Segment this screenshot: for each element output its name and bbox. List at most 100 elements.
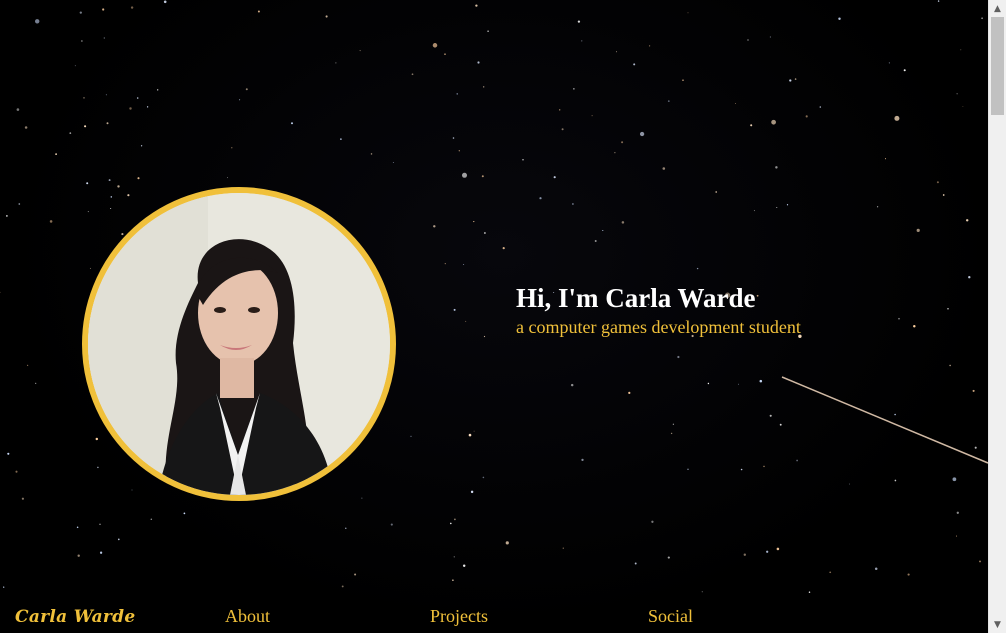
star xyxy=(628,391,631,395)
nav-link-about[interactable]: About xyxy=(225,606,270,627)
star xyxy=(69,132,72,134)
star xyxy=(110,208,112,209)
star xyxy=(505,541,509,545)
star xyxy=(183,512,186,515)
profile-photo-image xyxy=(88,193,390,495)
star xyxy=(79,11,82,14)
star xyxy=(95,437,99,441)
star xyxy=(136,97,139,99)
star xyxy=(838,17,841,20)
star xyxy=(894,413,896,416)
star xyxy=(775,166,778,169)
star xyxy=(562,547,564,549)
star xyxy=(3,586,5,588)
star xyxy=(453,556,455,558)
vertical-scrollbar[interactable]: ▲ ▼ xyxy=(988,0,1006,633)
star xyxy=(561,128,564,131)
star xyxy=(808,591,811,593)
star xyxy=(829,571,832,574)
scrollbar-thumb[interactable] xyxy=(991,17,1004,115)
star xyxy=(769,36,772,38)
star xyxy=(687,468,689,470)
star xyxy=(473,221,475,223)
star xyxy=(345,527,347,529)
star xyxy=(662,167,666,170)
star xyxy=(370,153,373,155)
star xyxy=(129,107,132,110)
nav-logo[interactable]: Carla Warde xyxy=(15,607,135,627)
star xyxy=(163,0,167,4)
profile-photo xyxy=(82,187,396,501)
star xyxy=(239,99,241,101)
star xyxy=(888,62,891,64)
star xyxy=(947,307,949,310)
hero-title: Hi, I'm Carla Warde xyxy=(516,283,756,313)
star xyxy=(779,423,782,426)
star xyxy=(682,79,684,82)
star xyxy=(573,88,575,90)
star xyxy=(105,94,107,96)
chevron-down-icon[interactable]: ▼ xyxy=(989,616,1006,633)
star xyxy=(444,53,446,55)
star xyxy=(477,61,480,64)
star xyxy=(672,423,675,425)
star xyxy=(34,19,40,24)
star xyxy=(876,206,879,208)
star xyxy=(433,225,436,228)
star xyxy=(616,51,617,53)
star xyxy=(776,547,780,551)
star xyxy=(972,389,975,392)
star xyxy=(687,12,689,14)
star xyxy=(157,89,159,91)
star xyxy=(290,122,294,125)
star xyxy=(452,137,455,139)
star xyxy=(140,145,143,147)
star xyxy=(968,276,971,279)
star xyxy=(89,267,91,269)
star xyxy=(83,97,85,99)
star xyxy=(335,62,337,64)
star xyxy=(0,291,1,293)
star xyxy=(753,210,755,212)
star xyxy=(411,73,414,76)
star xyxy=(458,150,460,152)
star xyxy=(960,49,962,51)
star xyxy=(150,518,153,521)
star xyxy=(874,567,878,571)
star xyxy=(648,45,651,47)
star xyxy=(102,8,105,11)
star xyxy=(86,182,89,185)
star xyxy=(634,562,637,565)
star xyxy=(796,459,798,462)
star xyxy=(49,220,53,223)
star xyxy=(522,159,524,161)
star xyxy=(76,526,79,529)
star xyxy=(482,476,485,479)
star xyxy=(473,430,475,432)
star xyxy=(7,452,10,455)
star xyxy=(99,523,101,526)
star xyxy=(898,317,900,320)
star xyxy=(26,364,29,367)
star xyxy=(341,585,344,588)
star xyxy=(35,382,37,384)
star xyxy=(461,172,468,178)
chevron-up-icon[interactable]: ▲ xyxy=(989,0,1006,17)
nav-link-social[interactable]: Social xyxy=(648,606,693,627)
star xyxy=(594,240,597,242)
star xyxy=(974,446,977,449)
star xyxy=(127,194,130,197)
star xyxy=(936,181,939,184)
star xyxy=(456,93,458,95)
star xyxy=(776,207,778,208)
star xyxy=(805,115,808,118)
star xyxy=(21,497,24,500)
star xyxy=(696,267,699,270)
star xyxy=(794,78,797,80)
star xyxy=(103,37,105,39)
star xyxy=(84,125,87,128)
star xyxy=(453,308,456,311)
star xyxy=(707,382,710,385)
star xyxy=(108,179,111,182)
nav-link-projects[interactable]: Projects xyxy=(430,606,488,627)
